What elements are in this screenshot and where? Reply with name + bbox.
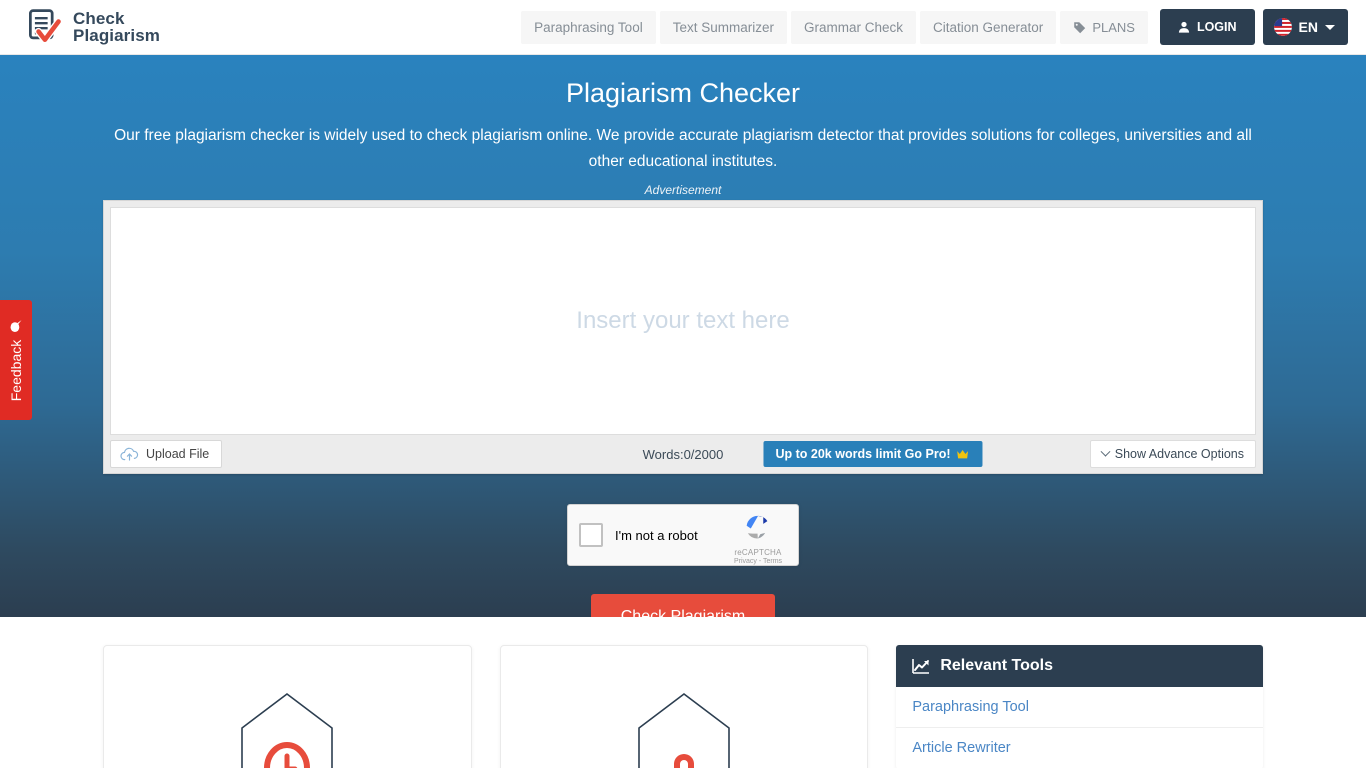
relevant-tools-title: Relevant Tools <box>940 657 1053 674</box>
nav-item-paraphrasing-tool[interactable]: Paraphrasing Tool <box>521 10 656 44</box>
text-input-area[interactable]: Insert your text here <box>110 207 1256 435</box>
site-logo[interactable]: Check Plagiarism <box>24 7 160 47</box>
document-check-icon <box>29 9 63 44</box>
nav-label: PLANS <box>1092 19 1135 35</box>
logo-wordmark: Check Plagiarism <box>73 10 160 44</box>
check-plagiarism-button[interactable]: Check Plagiarism <box>590 594 776 617</box>
nav-label: Grammar Check <box>803 19 903 35</box>
feedback-label: Feedback <box>8 339 25 402</box>
upload-file-label: Upload File <box>146 447 210 461</box>
main-nav: Paraphrasing Tool Text Summarizer Gramma… <box>521 9 1348 45</box>
recaptcha-label: I'm not a robot <box>615 527 698 543</box>
features-section: Relevant Tools Paraphrasing Tool Article… <box>0 617 1366 768</box>
advance-options-label: Show Advance Options <box>1114 447 1244 461</box>
language-label: EN <box>1298 19 1318 35</box>
upload-file-button[interactable]: Upload File <box>110 440 223 468</box>
text-input-placeholder: Insert your text here <box>576 307 790 334</box>
us-flag-icon <box>1273 18 1292 36</box>
chevron-down-icon <box>1100 446 1111 457</box>
nav-item-grammar-check[interactable]: Grammar Check <box>790 10 916 44</box>
recaptcha-widget: I'm not a robot reCAPTCHA Privacy - Term… <box>567 504 799 566</box>
chevron-down-icon <box>1325 24 1335 30</box>
clock-shield-icon <box>241 692 334 768</box>
user-icon <box>1178 21 1190 33</box>
relevant-tool-label: Paraphrasing Tool <box>912 699 1029 715</box>
features-row: Relevant Tools Paraphrasing Tool Article… <box>103 645 1264 768</box>
login-button[interactable]: LOGIN <box>1159 9 1255 45</box>
lock-shield-icon <box>638 692 730 768</box>
nav-item-text-summarizer[interactable]: Text Summarizer <box>659 10 787 44</box>
nav-label: Citation Generator <box>933 19 1044 35</box>
speech-bubble-icon <box>10 319 22 332</box>
relevant-tools-panel: Relevant Tools Paraphrasing Tool Article… <box>896 645 1264 768</box>
nav-item-plans[interactable]: PLANS <box>1060 10 1148 44</box>
advertisement-label: Advertisement <box>644 183 722 197</box>
hero-subtitle: Our free plagiarism checker is widely us… <box>114 127 1252 170</box>
hero-section: Feedback Plagiarism Checker Our free pla… <box>0 55 1366 617</box>
page-title: Plagiarism Checker <box>565 78 801 108</box>
logo-line-1: Check <box>73 9 125 28</box>
nav-label: Text Summarizer <box>672 19 774 35</box>
cloud-upload-icon <box>120 447 139 461</box>
logo-line-2: Plagiarism <box>73 26 160 45</box>
editor-toolbar: Upload File Words:0/2000 Up to 20k words… <box>104 435 1262 473</box>
recaptcha-legal-links[interactable]: Privacy - Terms <box>727 558 789 565</box>
recaptcha-icon <box>746 515 768 539</box>
relevant-tool-paraphrasing-tool[interactable]: Paraphrasing Tool <box>896 687 1264 728</box>
recaptcha-branding: reCAPTCHA Privacy - Terms <box>727 512 789 565</box>
relevant-tool-label: Article Rewriter <box>912 740 1011 756</box>
relevant-tools-header: Relevant Tools <box>896 645 1264 687</box>
crown-icon <box>957 449 969 458</box>
recaptcha-checkbox[interactable] <box>579 523 603 547</box>
editor-panel: Insert your text here Upload File Words:… <box>103 200 1263 474</box>
feedback-tab[interactable]: Feedback <box>0 300 32 420</box>
go-pro-button[interactable]: Up to 20k words limit Go Pro! <box>763 441 983 467</box>
recaptcha-brand-name: reCAPTCHA <box>734 548 782 557</box>
language-selector[interactable]: EN <box>1262 9 1348 45</box>
chart-line-icon <box>912 659 930 674</box>
feature-card-security <box>499 645 869 768</box>
go-pro-label: Up to 20k words limit Go Pro! <box>775 447 951 461</box>
site-header: Check Plagiarism Paraphrasing Tool Text … <box>0 0 1366 55</box>
show-advance-options-button[interactable]: Show Advance Options <box>1089 440 1256 468</box>
relevant-tool-article-rewriter[interactable]: Article Rewriter <box>896 728 1263 768</box>
tag-icon <box>1074 21 1086 33</box>
feature-card-speed <box>103 645 472 768</box>
word-counter: Words:0/2000 <box>642 446 724 462</box>
nav-label: Paraphrasing Tool <box>534 19 643 35</box>
login-label: LOGIN <box>1196 20 1237 34</box>
feedback-tab-inner: Feedback <box>8 319 24 401</box>
nav-item-citation-generator[interactable]: Citation Generator <box>920 10 1057 44</box>
